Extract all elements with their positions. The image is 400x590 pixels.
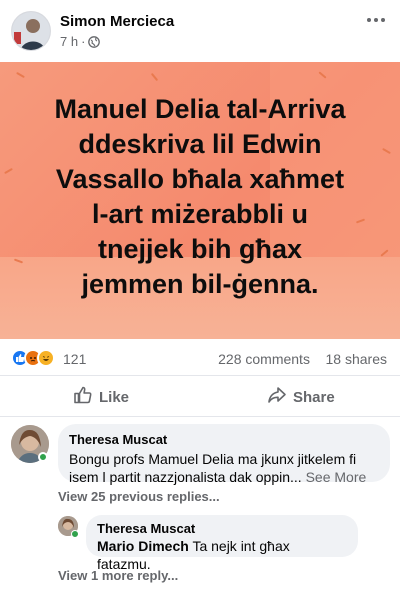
view-previous-replies-link[interactable]: View 25 previous replies... xyxy=(58,489,220,504)
post-image[interactable]: Manuel Delia tal-Arriva ddeskriva lil Ed… xyxy=(0,62,400,339)
share-button-label: Share xyxy=(293,388,335,406)
image-text-line: Vassallo bħala xaħmet xyxy=(55,164,345,194)
see-more-link[interactable]: See More xyxy=(306,469,367,485)
like-button-label: Like xyxy=(99,388,130,406)
decor-mark xyxy=(4,167,13,175)
meta-separator: · xyxy=(81,34,86,49)
shares-count[interactable]: 18 shares xyxy=(326,351,387,367)
thumbs-up-icon xyxy=(73,385,93,409)
post-actions: Like Share xyxy=(0,377,400,417)
comments-count[interactable]: 228 comments xyxy=(218,351,310,367)
comment-text: Bongu profs Mamuel Delia ma jkunx jitkel… xyxy=(69,451,367,485)
reaction-count[interactable]: 121 xyxy=(63,351,86,367)
mention-tag[interactable]: Mario Dimech xyxy=(97,538,189,554)
reply-commenter-name[interactable]: Theresa Muscat xyxy=(97,521,347,536)
post-header: Simon Mercieca 7 h · xyxy=(0,0,400,62)
view-more-replies-link[interactable]: View 1 more reply... xyxy=(58,568,178,583)
commenter-name[interactable]: Theresa Muscat xyxy=(69,432,379,447)
comment-bubble[interactable]: Theresa Muscat Bongu profs Mamuel Delia … xyxy=(58,424,390,485)
like-button[interactable]: Like xyxy=(73,385,129,409)
reply-bubble[interactable]: Theresa Muscat Mario Dimech Ta nejk int … xyxy=(86,515,358,572)
reactions-bar: 121 228 comments 18 shares xyxy=(0,340,400,376)
decor-mark xyxy=(150,72,159,82)
image-text-line: jemmen bil-ġenna. xyxy=(81,269,319,299)
haha-reaction-icon xyxy=(37,349,55,367)
comment-share-counts: 228 comments 18 shares xyxy=(218,351,387,367)
reaction-icons[interactable] xyxy=(11,349,55,367)
post-time[interactable]: 7 h xyxy=(60,34,78,49)
share-button[interactable]: Share xyxy=(267,385,335,409)
image-text-line: tnejjek bih għax xyxy=(97,234,303,264)
author-avatar[interactable] xyxy=(11,11,51,51)
globe-icon xyxy=(88,35,101,48)
author-name[interactable]: Simon Mercieca xyxy=(60,13,174,30)
image-text-line: Manuel Delia tal-Arriva xyxy=(54,94,346,124)
image-text-line: ddeskriva lil Edwin xyxy=(78,129,322,159)
share-arrow-icon xyxy=(267,385,287,409)
online-status-dot xyxy=(38,452,48,462)
image-overlay-text: Manuel Delia tal-Arriva ddeskriva lil Ed… xyxy=(18,92,382,302)
reply-comment: Theresa Muscat Mario Dimech Ta nejk int … xyxy=(0,508,400,588)
post-meta: 7 h · xyxy=(60,34,101,49)
more-options-icon[interactable] xyxy=(364,12,388,28)
online-status-dot xyxy=(71,530,79,538)
decor-mark xyxy=(16,71,25,79)
image-text-line: l-art miżerabbli u xyxy=(91,199,309,229)
